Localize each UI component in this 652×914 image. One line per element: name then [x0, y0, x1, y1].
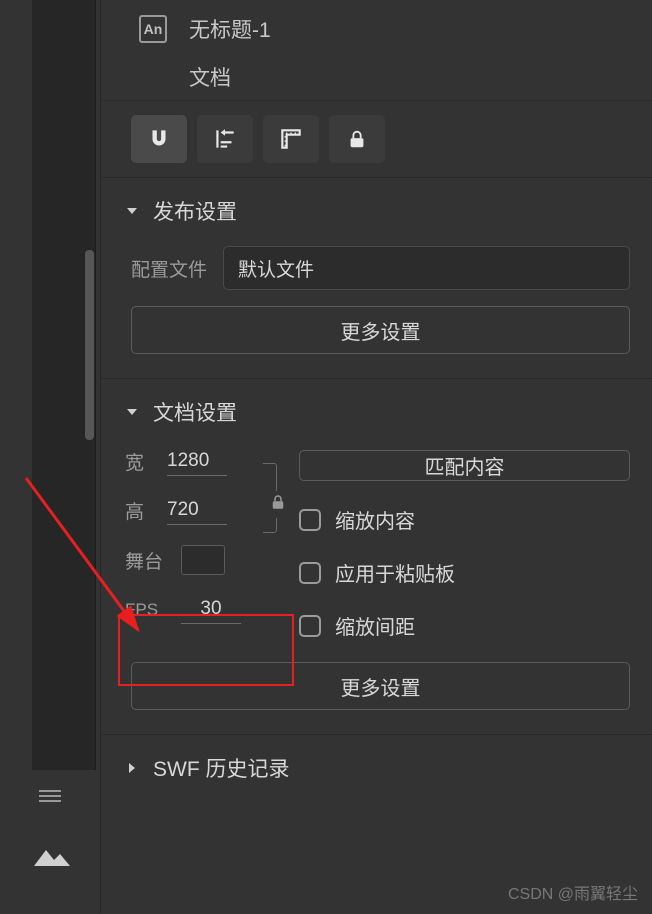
- swf-history-section: SWF 历史记录: [101, 735, 652, 793]
- chevron-right-icon: [125, 761, 139, 775]
- dimension-link: [263, 447, 277, 542]
- apply-pasteboard-checkbox[interactable]: [299, 562, 321, 584]
- width-label: 宽: [125, 448, 153, 475]
- profile-dropdown[interactable]: 默认文件: [223, 246, 630, 290]
- stage-row: 舞台: [125, 545, 241, 575]
- snap-button[interactable]: [131, 115, 187, 163]
- watermark: CSDN @雨翼轻尘: [508, 880, 638, 904]
- more-document-settings-button[interactable]: 更多设置: [131, 662, 630, 710]
- scale-content-label: 缩放内容: [335, 505, 415, 534]
- align-button[interactable]: [197, 115, 253, 163]
- chevron-down-icon: [125, 204, 139, 218]
- section-title: 文档设置: [153, 397, 237, 427]
- fps-value[interactable]: 30: [181, 595, 241, 624]
- publish-settings-header[interactable]: 发布设置: [125, 196, 630, 226]
- stage-color-swatch[interactable]: [181, 545, 225, 575]
- document-settings-header[interactable]: 文档设置: [125, 397, 630, 427]
- apply-pasteboard-label: 应用于粘贴板: [335, 558, 455, 587]
- chevron-down-icon: [125, 405, 139, 419]
- document-settings-section: 文档设置 宽 1280 高 720 舞台 FPS 30: [101, 379, 652, 735]
- height-label: 高: [125, 497, 153, 524]
- document-title: 无标题-1: [189, 14, 271, 44]
- document-header: An 无标题-1 文档: [101, 0, 652, 100]
- properties-panel: An 无标题-1 文档 发布设置 配置文件 默认文件 更多设置: [100, 0, 652, 914]
- ruler-button[interactable]: [263, 115, 319, 163]
- scrollbar-thumb[interactable]: [85, 250, 94, 440]
- profile-label: 配置文件: [131, 255, 209, 282]
- toolbar: [101, 100, 652, 178]
- scale-spacing-label: 缩放间距: [335, 611, 415, 640]
- image-panel-icon[interactable]: [32, 844, 72, 868]
- left-panel: [0, 0, 100, 914]
- animate-badge-icon: An: [139, 15, 167, 43]
- height-value[interactable]: 720: [167, 496, 227, 525]
- section-title: SWF 历史记录: [153, 753, 290, 783]
- link-lock-icon[interactable]: [269, 491, 287, 518]
- document-type: 文档: [189, 62, 630, 92]
- lock-button[interactable]: [329, 115, 385, 163]
- swf-history-header[interactable]: SWF 历史记录: [125, 753, 630, 783]
- section-title: 发布设置: [153, 196, 237, 226]
- scale-spacing-checkbox[interactable]: [299, 615, 321, 637]
- match-content-button[interactable]: 匹配内容: [299, 450, 630, 481]
- panel-menu-icon[interactable]: [30, 790, 70, 802]
- bottom-left-panel: [0, 784, 100, 914]
- stage-label: 舞台: [125, 547, 167, 574]
- more-publish-settings-button[interactable]: 更多设置: [131, 306, 630, 354]
- width-value[interactable]: 1280: [167, 447, 227, 476]
- fps-label: FPS: [125, 600, 167, 620]
- publish-settings-section: 发布设置 配置文件 默认文件 更多设置: [101, 178, 652, 379]
- scale-content-checkbox[interactable]: [299, 509, 321, 531]
